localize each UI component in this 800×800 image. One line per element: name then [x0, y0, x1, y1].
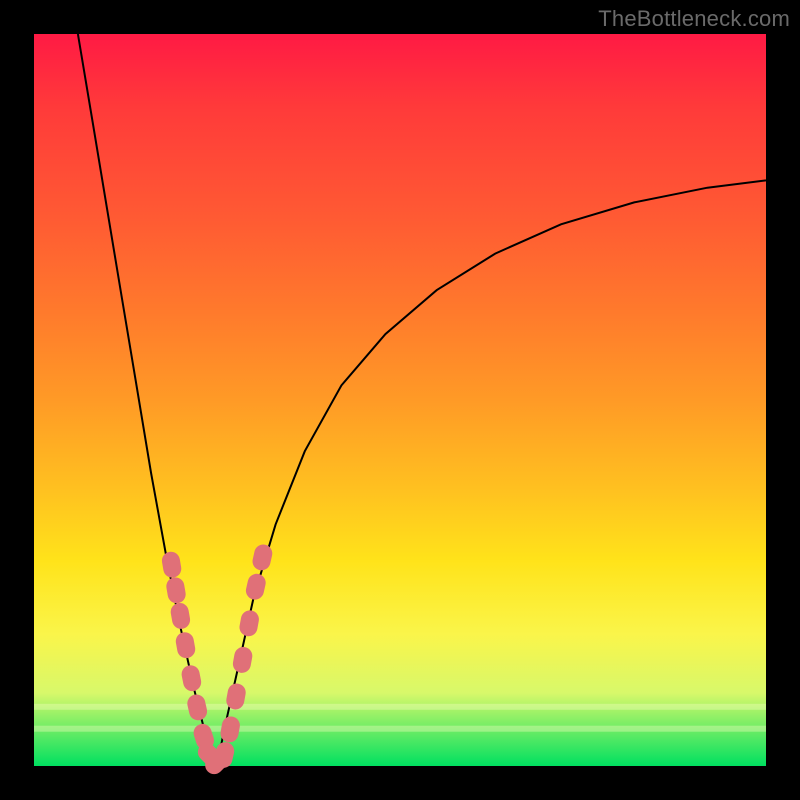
bead: [244, 572, 267, 601]
bead: [165, 576, 187, 605]
bead: [169, 602, 191, 631]
bead: [174, 631, 196, 660]
bead: [251, 543, 274, 572]
curve-left-branch: [78, 34, 217, 766]
bead: [231, 646, 253, 675]
bead: [180, 664, 203, 693]
accent-bands: [34, 704, 766, 732]
light-band: [34, 704, 766, 710]
light-band: [34, 726, 766, 732]
bead: [186, 693, 209, 722]
bead: [161, 550, 183, 579]
watermark-text: TheBottleneck.com: [598, 6, 790, 32]
bead-group: [161, 543, 274, 778]
curve-right-branch: [217, 180, 766, 766]
outer-frame: TheBottleneck.com: [0, 0, 800, 800]
chart-overlay: [34, 34, 766, 766]
bead: [238, 609, 260, 638]
